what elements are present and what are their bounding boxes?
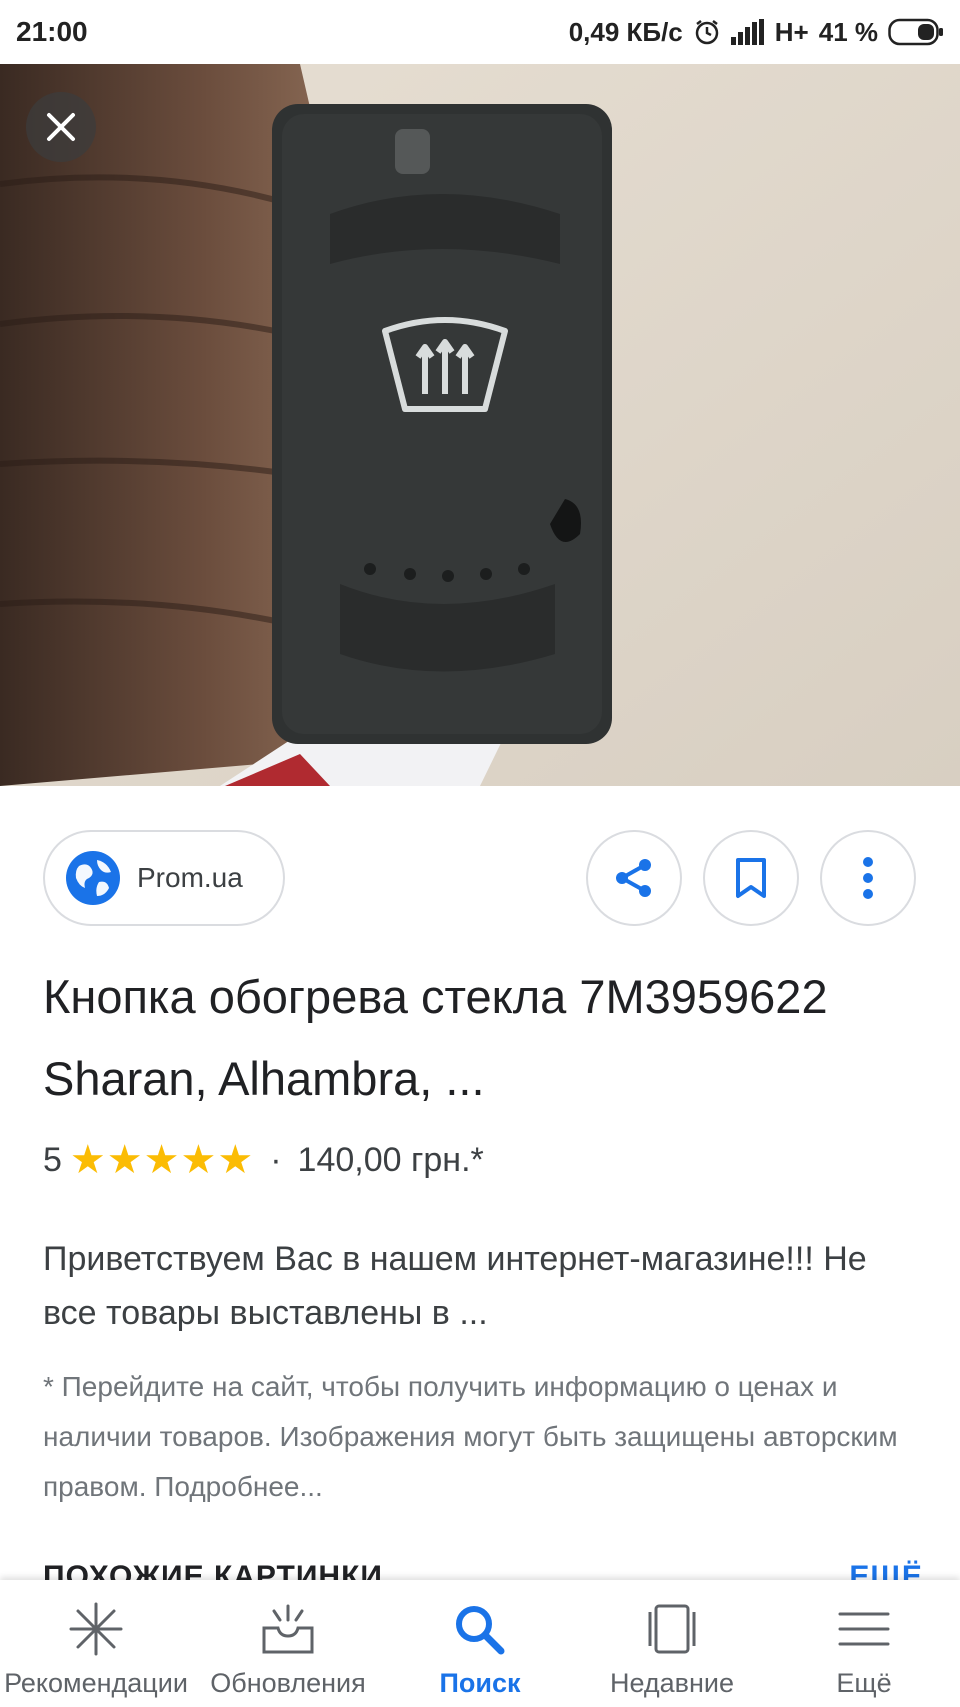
nav-updates[interactable]: Обновления	[192, 1580, 384, 1707]
status-time: 21:00	[16, 16, 88, 47]
star-icon: ★	[106, 1138, 143, 1182]
nav-recent[interactable]: Недавние	[576, 1580, 768, 1707]
star-icon: ★	[69, 1138, 106, 1182]
rating-price-row: 5 ★ ★ ★ ★ ★ · 140,00 грн.*	[43, 1140, 484, 1180]
network-speed: 0,49 КБ/с	[568, 16, 683, 47]
status-bar: 21:00 0,49 КБ/с H+ 41 %	[0, 0, 960, 64]
switch-photo	[0, 64, 960, 786]
alarm-icon	[693, 18, 721, 46]
separator: ·	[270, 1140, 282, 1179]
copyright-note: * Перейдите на сайт, чтобы получить инфо…	[43, 1371, 898, 1502]
result-title[interactable]: Кнопка обогрева стекла 7M3959622 Sharan,…	[43, 956, 923, 1120]
nav-label: Недавние	[609, 1668, 735, 1698]
star-icon: ★	[143, 1138, 180, 1182]
close-icon	[47, 113, 75, 141]
battery-percent: 41 %	[818, 16, 878, 47]
source-chip[interactable]: Prom.ua	[43, 830, 285, 926]
price: 140,00 грн.*	[297, 1140, 484, 1179]
status-indicators: 0,49 КБ/с H+ 41 %	[569, 17, 944, 48]
globe-icon	[66, 851, 120, 905]
result-description: Приветствуем Вас в нашем интернет-магази…	[43, 1240, 867, 1332]
close-button[interactable]	[26, 92, 96, 162]
share-icon	[616, 859, 651, 897]
sparkle-icon	[69, 1602, 123, 1656]
nav-search[interactable]: Поиск	[384, 1580, 576, 1707]
star-icon: ★	[180, 1138, 217, 1182]
nav-label: Ещё	[836, 1668, 892, 1698]
nav-label: Обновления	[210, 1668, 366, 1698]
updates-tray-icon	[262, 1604, 314, 1654]
nav-discover[interactable]: Рекомендации	[0, 1580, 192, 1707]
source-name: Prom.ua	[137, 862, 243, 893]
result-image[interactable]	[0, 64, 960, 786]
bookmark-button[interactable]	[703, 830, 799, 926]
nav-more[interactable]: Ещё	[768, 1580, 960, 1707]
bottom-navigation: Рекомендации Обновления Поиск Недавние Е…	[0, 1580, 960, 1707]
star-rating: ★ ★ ★ ★ ★	[70, 1140, 254, 1180]
rating-value: 5	[43, 1140, 62, 1179]
battery-icon	[888, 18, 944, 46]
search-icon	[456, 1606, 505, 1655]
recent-tabs-icon	[648, 1604, 696, 1654]
share-button[interactable]	[586, 830, 682, 926]
menu-icon	[838, 1612, 890, 1646]
nav-label: Рекомендации	[4, 1668, 188, 1698]
signal-icon	[730, 19, 765, 45]
nav-label: Поиск	[439, 1668, 521, 1698]
network-type: H+	[774, 16, 809, 47]
star-icon: ★	[217, 1138, 254, 1182]
more-vert-icon	[863, 857, 873, 899]
more-options-button[interactable]	[820, 830, 916, 926]
bookmark-icon	[736, 858, 766, 898]
